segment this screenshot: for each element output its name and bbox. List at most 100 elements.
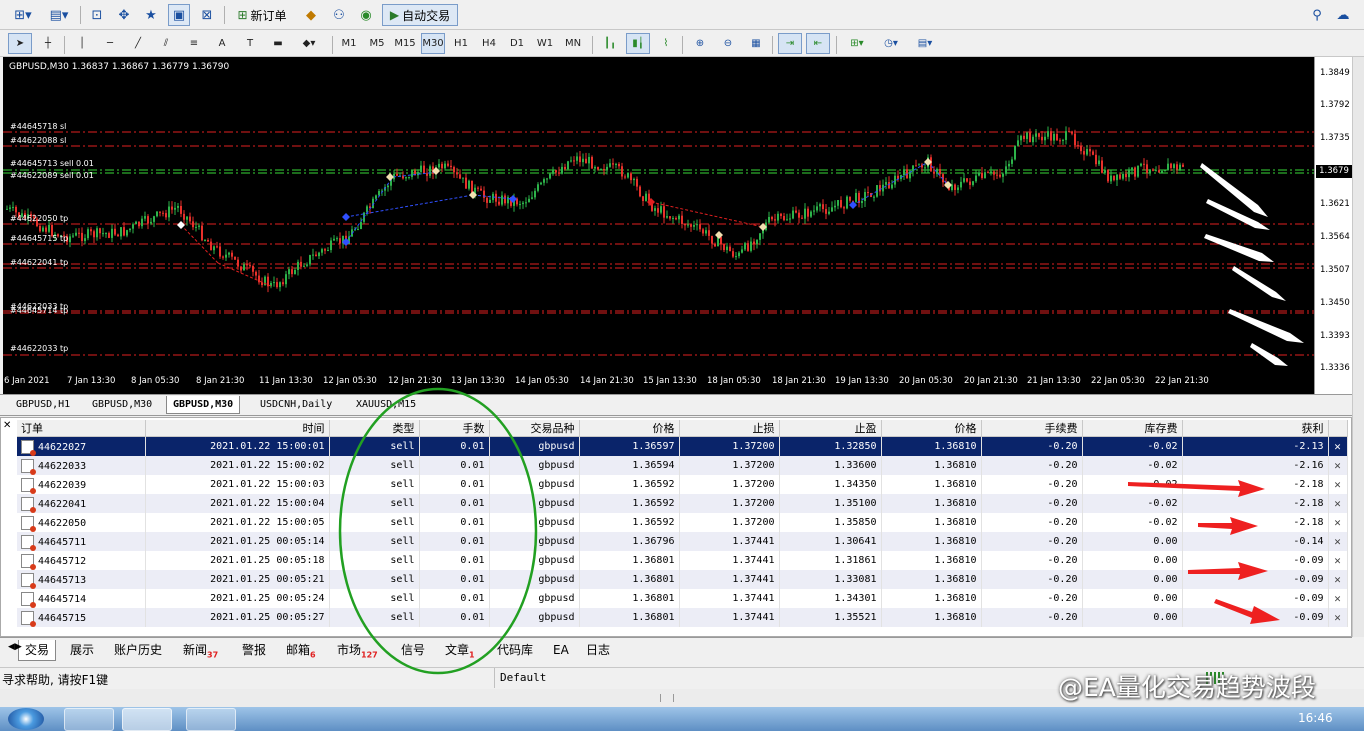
close-order-icon[interactable]: ✕ (1328, 436, 1348, 456)
table-row[interactable]: 44645714 2021.01.25 00:05:24 sell 0.01 gbpus… (17, 589, 1348, 608)
text-icon[interactable]: A (210, 33, 234, 54)
profiles-icon[interactable]: ▤▾ (44, 4, 74, 26)
vertical-line-icon[interactable]: │ (70, 33, 94, 54)
auto-trading-button[interactable]: ▶ 自动交易 (382, 4, 458, 26)
col-swap[interactable]: 库存费 (1082, 420, 1183, 437)
chart-tab[interactable]: GBPUSD,M30 (86, 396, 158, 413)
chat-icon[interactable]: ☁ (1332, 4, 1354, 26)
close-order-icon[interactable]: ✕ (1328, 494, 1348, 513)
tab-nav-icon[interactable]: ◀▶ (8, 642, 22, 652)
close-order-icon[interactable]: ✕ (1328, 456, 1348, 475)
close-order-icon[interactable]: ✕ (1328, 570, 1348, 589)
search-icon[interactable]: ⚲ (1308, 4, 1326, 26)
tab-journal[interactable]: 日志 (580, 640, 616, 660)
text-label-icon[interactable]: T (238, 33, 262, 54)
cursor-icon[interactable]: ➤ (8, 33, 32, 54)
periods-icon[interactable]: ◷▾ (876, 33, 906, 54)
terminal-window-icon[interactable]: ▣ (168, 4, 190, 26)
auto-scroll-icon[interactable]: ⇥ (778, 33, 802, 54)
tf-m5[interactable]: M5 (365, 33, 389, 54)
tab-signals[interactable]: 信号 (395, 640, 431, 660)
close-order-icon[interactable]: ✕ (1328, 475, 1348, 494)
table-row[interactable]: 44622027 2021.01.22 15:00:01 sell 0.01 gbpus… (17, 436, 1348, 456)
navigator-crosshair-icon[interactable]: ✥ (113, 4, 135, 26)
folder-star-icon[interactable]: ★ (140, 4, 162, 26)
new-chart-icon[interactable]: ⊞▾ (8, 4, 38, 26)
table-row[interactable]: 44645711 2021.01.25 00:05:14 sell 0.01 gbpus… (17, 532, 1348, 551)
price-chart[interactable]: GBPUSD,M30 1.36837 1.36867 1.36779 1.367… (3, 57, 1349, 394)
table-row[interactable]: 44622050 2021.01.22 15:00:05 sell 0.01 gbpus… (17, 513, 1348, 532)
fibonacci-icon[interactable]: ≡ (182, 33, 206, 54)
col-symbol[interactable]: 交易品种 (489, 420, 580, 437)
templates-icon[interactable]: ▤▾ (910, 33, 940, 54)
col-open-price[interactable]: 价格 (579, 420, 680, 437)
col-commission[interactable]: 手续费 (981, 420, 1083, 437)
col-sl[interactable]: 止损 (679, 420, 780, 437)
col-order[interactable]: 订单 (17, 420, 146, 437)
wechat-taskbar-icon[interactable] (186, 708, 236, 731)
tf-m1[interactable]: M1 (337, 33, 361, 54)
col-profit[interactable]: 获利 (1182, 420, 1329, 437)
tf-mn[interactable]: MN (561, 33, 585, 54)
close-icon[interactable]: ✕ (3, 420, 11, 431)
table-row[interactable]: 44622033 2021.01.22 15:00:02 sell 0.01 gbpus… (17, 456, 1348, 475)
metaeditor-icon[interactable]: ◆ (300, 4, 322, 26)
chart-tab[interactable]: USDCNH,Daily (254, 396, 338, 413)
market-watch-icon[interactable]: ⊡ (86, 4, 108, 26)
tf-h4[interactable]: H4 (477, 33, 501, 54)
chart-tab[interactable]: XAUUSD,M15 (350, 396, 422, 413)
tf-m15[interactable]: M15 (393, 33, 417, 54)
close-order-icon[interactable]: ✕ (1328, 589, 1348, 608)
col-price[interactable]: 价格 (881, 420, 982, 437)
tab-exposure[interactable]: 展示 (64, 640, 100, 660)
col-type[interactable]: 类型 (329, 420, 420, 437)
zoom-in-icon[interactable]: ⊕ (688, 33, 712, 54)
chart-shift-icon[interactable]: ⇤ (806, 33, 830, 54)
table-row[interactable]: 44622041 2021.01.22 15:00:04 sell 0.01 gbpus… (17, 494, 1348, 513)
bar-chart-icon[interactable]: ┃╻ (598, 33, 622, 54)
start-button[interactable] (8, 708, 44, 730)
close-order-icon[interactable]: ✕ (1328, 513, 1348, 532)
tab-news[interactable]: 新闻37 (177, 640, 224, 660)
tab-alerts[interactable]: 警报 (236, 640, 272, 660)
close-order-icon[interactable]: ✕ (1328, 551, 1348, 570)
metatrader-taskbar-icon[interactable] (122, 708, 172, 731)
chart-tab[interactable]: GBPUSD,H1 (10, 396, 76, 413)
close-order-icon[interactable]: ✕ (1328, 608, 1348, 627)
tab-account-history[interactable]: 账户历史 (108, 640, 168, 660)
signals-icon[interactable]: ◉ (355, 4, 377, 26)
trendline-icon[interactable]: ╱ (126, 33, 150, 54)
tf-w1[interactable]: W1 (533, 33, 557, 54)
line-chart-icon[interactable]: ⌇ (654, 33, 678, 54)
tab-market[interactable]: 市场127 (331, 640, 384, 660)
tile-windows-icon[interactable]: ▦ (744, 33, 768, 54)
vertical-scrollbar[interactable] (1352, 57, 1364, 637)
col-tp[interactable]: 止盈 (779, 420, 882, 437)
close-order-icon[interactable]: ✕ (1328, 532, 1348, 551)
shapes-dropdown-icon[interactable]: ◆▾ (294, 33, 324, 54)
col-time[interactable]: 时间 (145, 420, 330, 437)
new-order-button[interactable]: ⊞ 新订单 (230, 4, 294, 26)
tab-mailbox[interactable]: 邮箱6 (280, 640, 322, 660)
tab-experts[interactable]: EA (547, 640, 575, 660)
table-row[interactable]: 44645715 2021.01.25 00:05:27 sell 0.01 gbpus… (17, 608, 1348, 627)
indicators-icon[interactable]: ⊞▾ (842, 33, 872, 54)
strategy-tester-icon[interactable]: ⊠ (196, 4, 218, 26)
tab-code-base[interactable]: 代码库 (491, 640, 539, 660)
tab-articles[interactable]: 文章1 (439, 640, 481, 660)
tab-trade[interactable]: 交易 (18, 640, 57, 661)
explorer-taskbar-icon[interactable] (64, 708, 114, 731)
chart-tab-active[interactable]: GBPUSD,M30 (166, 396, 241, 414)
tf-h1[interactable]: H1 (449, 33, 473, 54)
table-row[interactable]: 44645712 2021.01.25 00:05:18 sell 0.01 gbpus… (17, 551, 1348, 570)
table-row[interactable]: 44645713 2021.01.25 00:05:21 sell 0.01 gbpus… (17, 570, 1348, 589)
crosshair-icon[interactable]: ┼ (36, 33, 60, 54)
rectangle-icon[interactable]: ▬ (266, 33, 290, 54)
experts-icon[interactable]: ⚇ (328, 4, 350, 26)
equidistant-channel-icon[interactable]: ⫽ (154, 33, 178, 54)
tf-m30[interactable]: M30 (421, 33, 445, 54)
candlestick-icon[interactable]: ▮╽ (626, 33, 650, 54)
tf-d1[interactable]: D1 (505, 33, 529, 54)
table-row[interactable]: 44622039 2021.01.22 15:00:03 sell 0.01 gbpus… (17, 475, 1348, 494)
col-lots[interactable]: 手数 (419, 420, 490, 437)
